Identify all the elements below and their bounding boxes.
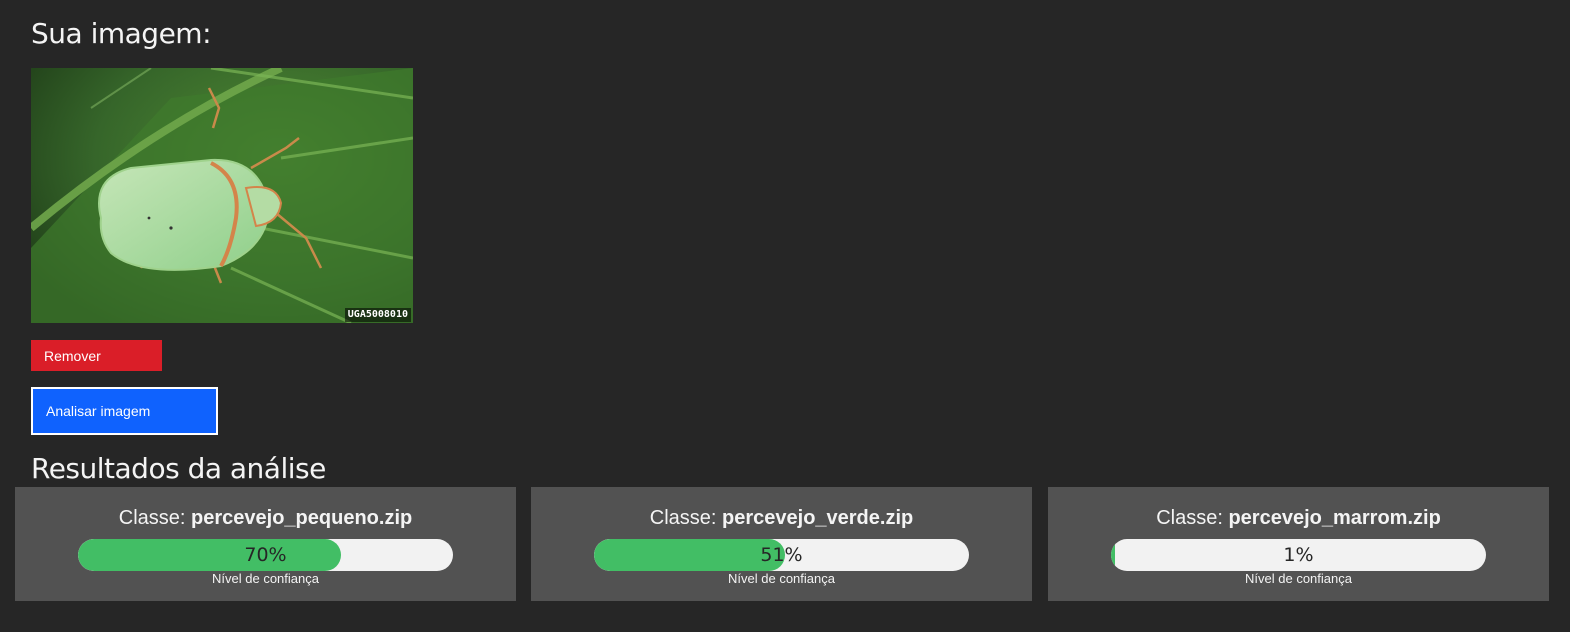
image-watermark: UGA5008010 [344, 308, 411, 322]
confidence-progress-bar: 1% [1111, 539, 1486, 571]
class-prefix: Classe: [1156, 507, 1223, 529]
uploaded-image-preview: UGA5008010 [31, 68, 413, 323]
analyze-image-button[interactable]: Analisar imagem [31, 387, 218, 435]
confidence-percent: 70% [244, 544, 287, 566]
class-prefix: Classe: [118, 507, 186, 529]
result-card: Classe: percevejo_pequeno.zip 70% Nível … [15, 487, 516, 601]
result-card: Classe: percevejo_verde.zip 51% Nível de… [531, 487, 1032, 601]
results-heading: Resultados da análise [31, 452, 326, 485]
confidence-percent: 51% [760, 544, 803, 566]
confidence-caption: Nível de confiança [728, 571, 835, 586]
result-class-title: Classe: percevejo_pequeno.zip [15, 506, 516, 530]
image-heading: Sua imagem: [31, 17, 212, 50]
class-name: percevejo_verde.zip [722, 507, 914, 529]
confidence-progress-bar: 51% [594, 539, 969, 571]
result-class-title: Classe: percevejo_marrom.zip [1048, 506, 1549, 530]
stink-bug-photo [31, 68, 413, 323]
result-card: Classe: percevejo_marrom.zip 1% Nível de… [1048, 487, 1549, 601]
class-name: percevejo_marrom.zip [1228, 507, 1441, 529]
class-name: percevejo_pequeno.zip [191, 507, 413, 529]
confidence-percent: 1% [1283, 544, 1314, 566]
confidence-caption: Nível de confiança [1245, 571, 1352, 586]
confidence-caption: Nível de confiança [212, 571, 319, 586]
confidence-progress-bar: 70% [78, 539, 453, 571]
remove-button[interactable]: Remover [31, 340, 162, 371]
class-prefix: Classe: [649, 507, 717, 529]
result-class-title: Classe: percevejo_verde.zip [531, 506, 1032, 530]
